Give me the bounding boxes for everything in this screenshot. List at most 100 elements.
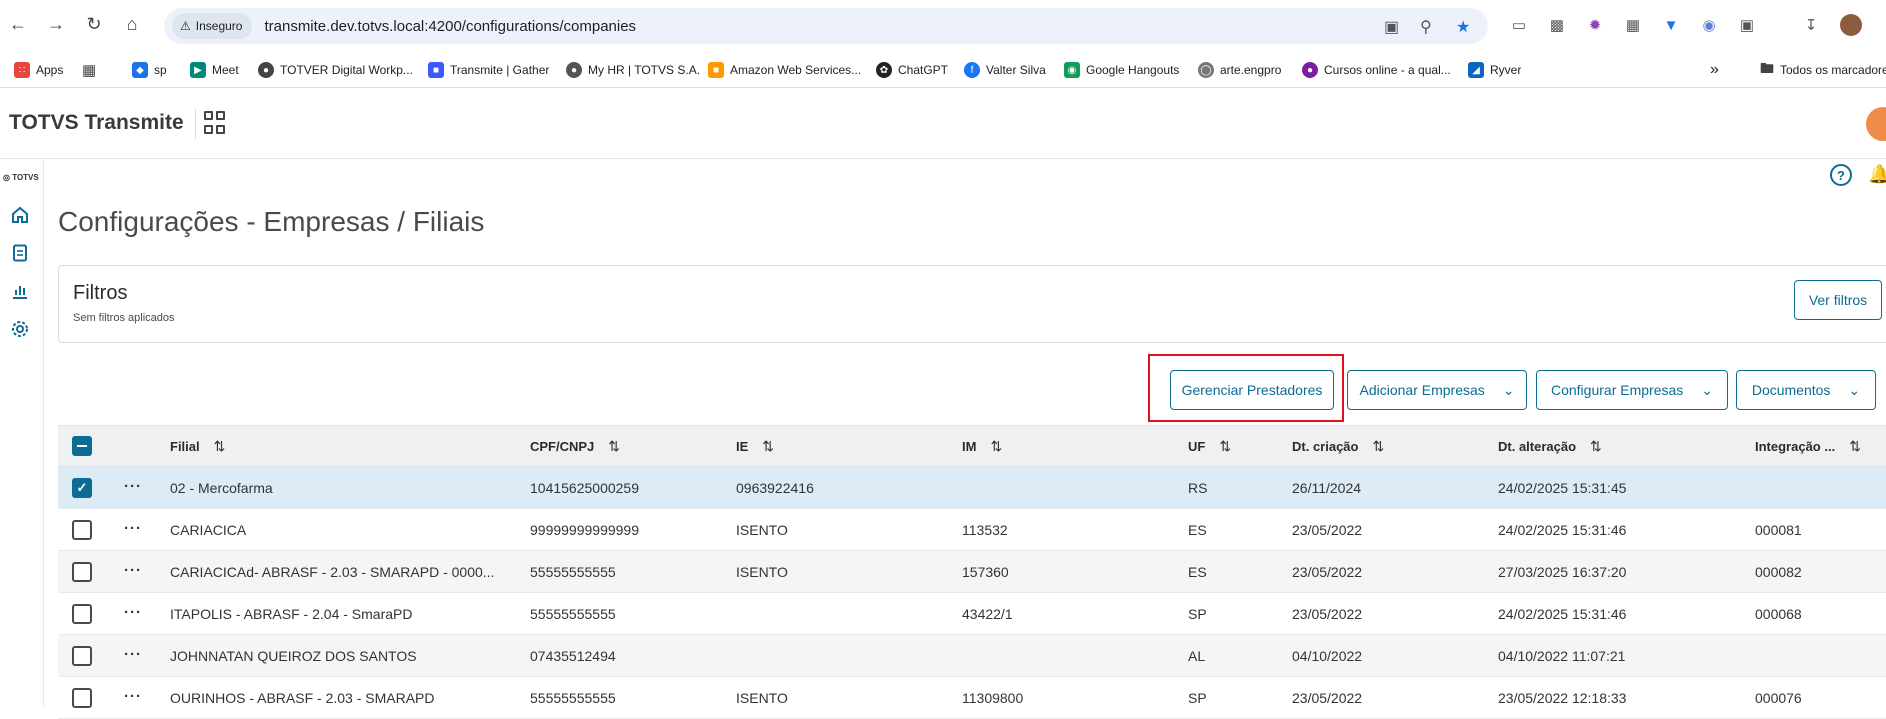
back-icon[interactable]: ←: [6, 12, 30, 36]
more-bookmarks-icon[interactable]: »: [1710, 60, 1719, 80]
bookmark-sp[interactable]: ◆ sp: [132, 60, 167, 80]
row-checkbox[interactable]: [72, 688, 92, 708]
forward-icon[interactable]: →: [44, 12, 68, 36]
tab-groups-icon[interactable]: ▦: [82, 60, 96, 80]
app-title[interactable]: TOTVS Transmite: [9, 111, 184, 135]
cell-uf: AL: [1188, 648, 1206, 664]
gear-extension-icon[interactable]: ✹: [1584, 14, 1606, 36]
view-filters-button[interactable]: Ver filtros: [1794, 280, 1882, 320]
security-label: Inseguro: [195, 19, 243, 33]
bookmark-meet[interactable]: ▶ Meet: [190, 60, 239, 80]
cell-uf: SP: [1188, 690, 1207, 706]
reload-icon[interactable]: ↻: [82, 12, 106, 36]
column-header-im[interactable]: IM ⇅: [962, 438, 1002, 455]
sort-icon[interactable]: ⇅: [214, 438, 226, 455]
column-header-cnpj[interactable]: CPF/CNPJ ⇅: [530, 438, 620, 455]
row-checkbox[interactable]: ✓: [72, 478, 92, 498]
cell-filial: CARIACICAd- ABRASF - 2.03 - SMARAPD - 00…: [170, 564, 495, 580]
bell-icon[interactable]: 🔔: [1868, 164, 1886, 185]
sort-icon[interactable]: ⇅: [990, 438, 1002, 455]
bookmark-aws[interactable]: ■ Amazon Web Services...: [708, 60, 861, 80]
address-bar[interactable]: ⚠ Inseguro transmite.dev.totvs.local:420…: [164, 8, 1488, 44]
bookmark-star-icon[interactable]: ★: [1456, 17, 1470, 37]
apps-grid-icon[interactable]: [204, 111, 228, 135]
column-header-integration[interactable]: Integração ... ⇅: [1755, 438, 1861, 455]
sort-icon[interactable]: ⇅: [1372, 438, 1384, 455]
home-icon[interactable]: [9, 204, 31, 226]
bookmark-chatgpt[interactable]: ✿ ChatGPT: [876, 60, 948, 80]
documents-button[interactable]: Documentos ⌄: [1736, 370, 1876, 410]
sort-icon[interactable]: ⇅: [1849, 438, 1861, 455]
bookmark-valter[interactable]: f Valter Silva: [964, 60, 1046, 80]
home-icon[interactable]: ⌂: [120, 12, 144, 36]
more-actions-icon[interactable]: ···: [124, 478, 142, 495]
more-actions-icon[interactable]: ···: [124, 562, 142, 579]
shield-extension-icon[interactable]: ◉: [1698, 14, 1720, 36]
column-header-ie[interactable]: IE ⇅: [736, 438, 774, 455]
more-actions-icon[interactable]: ···: [124, 520, 142, 537]
sort-icon[interactable]: ⇅: [762, 438, 774, 455]
puzzle-icon[interactable]: ▣: [1736, 14, 1758, 36]
aws-icon: ■: [708, 62, 724, 78]
manage-providers-button[interactable]: Gerenciar Prestadores: [1170, 370, 1334, 410]
column-header-created[interactable]: Dt. criação ⇅: [1292, 438, 1384, 455]
bookmark-label: TOTVER Digital Workp...: [280, 63, 413, 77]
bookmark-arte[interactable]: ◯ arte.engpro: [1198, 60, 1281, 80]
header-divider: [195, 109, 196, 139]
row-checkbox[interactable]: [72, 520, 92, 540]
translate-icon[interactable]: ▣: [1384, 17, 1399, 37]
row-checkbox[interactable]: [72, 604, 92, 624]
add-companies-button[interactable]: Adicionar Empresas ⌄: [1347, 370, 1527, 410]
bookmark-label: Google Hangouts: [1086, 63, 1180, 77]
configure-companies-button[interactable]: Configurar Empresas ⌄: [1536, 370, 1728, 410]
side-logo-label: TOTVS: [12, 173, 39, 182]
chart-icon[interactable]: [9, 280, 31, 302]
more-actions-icon[interactable]: ···: [124, 646, 142, 663]
download-icon[interactable]: ↧: [1800, 14, 1822, 36]
security-indicator[interactable]: ⚠ Inseguro: [172, 13, 253, 39]
profile-avatar[interactable]: [1840, 14, 1862, 36]
table-row[interactable]: ··· OURINHOS - ABRASF - 2.03 - SMARAPD 5…: [58, 677, 1886, 719]
column-header-updated[interactable]: Dt. alteração ⇅: [1498, 438, 1602, 455]
cell-integration: 000076: [1755, 690, 1802, 706]
settings-icon[interactable]: [9, 318, 31, 340]
sort-icon[interactable]: ⇅: [608, 438, 620, 455]
cast-icon[interactable]: ▭: [1508, 14, 1530, 36]
column-header-filial[interactable]: Filial ⇅: [170, 438, 225, 455]
column-header-uf[interactable]: UF ⇅: [1188, 438, 1231, 455]
bookmarks-bar: ∷ Apps ▦ ◆ sp ▶ Meet ● TOTVER Digital Workp.…: [0, 52, 1886, 88]
select-all-checkbox[interactable]: [72, 436, 92, 456]
filters-title: Filtros: [73, 282, 128, 304]
bookmark-cursos[interactable]: ● Cursos online - a qual...: [1302, 60, 1451, 80]
column-label: IE: [736, 439, 749, 454]
row-checkbox[interactable]: [72, 646, 92, 666]
table-row[interactable]: ✓ ··· 02 - Mercofarma 10415625000259 096…: [58, 467, 1886, 509]
table-row[interactable]: ··· JOHNNATAN QUEIROZ DOS SANTOS 0743551…: [58, 635, 1886, 677]
row-checkbox[interactable]: [72, 562, 92, 582]
bookmark-apps[interactable]: ∷ Apps: [14, 60, 63, 80]
document-icon[interactable]: [9, 242, 31, 264]
bookmark-totver[interactable]: ● TOTVER Digital Workp...: [258, 60, 413, 80]
bookmark-myhr[interactable]: ● My HR | TOTVS S.A.: [566, 60, 700, 80]
table-row[interactable]: ··· CARIACICA 99999999999999 ISENTO 1135…: [58, 509, 1886, 551]
column-label: Integração ...: [1755, 439, 1836, 454]
bookmarks-folder[interactable]: 🖿 Todos os marcadores: [1760, 60, 1886, 80]
extension-icon[interactable]: ▩: [1546, 14, 1568, 36]
table-row[interactable]: ··· ITAPOLIS - ABRASF - 2.04 - SmaraPD 5…: [58, 593, 1886, 635]
qr-icon[interactable]: ▦: [1622, 14, 1644, 36]
sort-icon[interactable]: ⇅: [1219, 438, 1231, 455]
more-actions-icon[interactable]: ···: [124, 688, 142, 705]
url-text[interactable]: transmite.dev.totvs.local:4200/configura…: [264, 18, 636, 35]
zoom-icon[interactable]: ⚲: [1420, 17, 1432, 37]
help-icon[interactable]: ?: [1830, 164, 1852, 186]
bookmark-gather[interactable]: ■ Transmite | Gather: [428, 60, 549, 80]
vpn-icon[interactable]: ▼: [1660, 14, 1682, 36]
more-actions-icon[interactable]: ···: [124, 604, 142, 621]
bookmark-ryver[interactable]: ◢ Ryver: [1468, 60, 1521, 80]
user-avatar[interactable]: [1866, 107, 1886, 141]
column-label: UF: [1188, 439, 1206, 454]
bookmark-hangouts[interactable]: ◉ Google Hangouts: [1064, 60, 1179, 80]
table-header: Filial ⇅ CPF/CNPJ ⇅ IE ⇅ IM ⇅ UF ⇅ Dt. criaçã…: [58, 425, 1886, 467]
table-row[interactable]: ··· CARIACICAd- ABRASF - 2.03 - SMARAPD …: [58, 551, 1886, 593]
sort-icon[interactable]: ⇅: [1590, 438, 1602, 455]
